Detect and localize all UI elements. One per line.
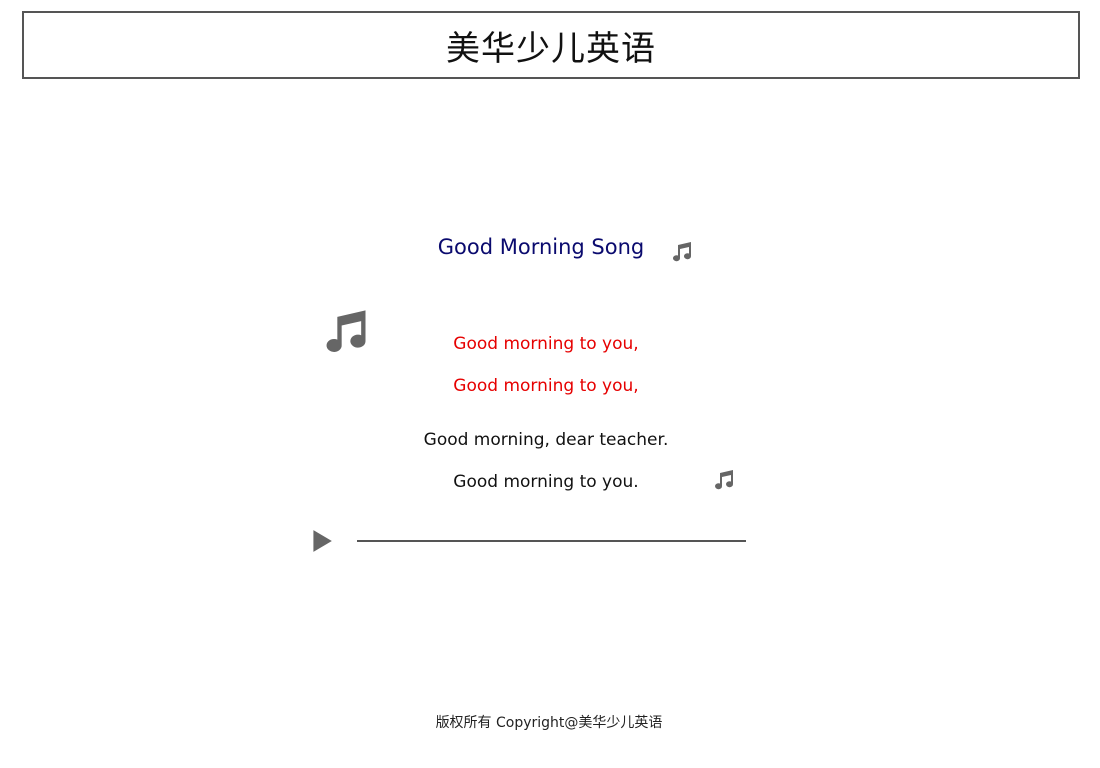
music-note-icon [712, 468, 736, 492]
music-note-icon [670, 240, 694, 264]
lyric-line: Good morning to you. [453, 472, 639, 492]
play-icon [308, 528, 334, 554]
header-banner: 美华少儿英语 [22, 11, 1080, 79]
site-title: 美华少儿英语 [446, 28, 656, 69]
lyric-line: Good morning, dear teacher. [423, 430, 669, 450]
lyric-line: Good morning to you, [453, 334, 639, 354]
footer-copyright: 版权所有 Copyright@美华少儿英语 [435, 715, 663, 731]
play-button[interactable] [308, 528, 334, 554]
lyric-line: Good morning to you, [453, 376, 639, 396]
progress-bar[interactable] [357, 540, 746, 542]
page: 美华少儿英语 Good Morning Song Good morning to… [0, 0, 1100, 768]
audio-player [308, 526, 748, 556]
song-title: Good Morning Song [437, 235, 645, 259]
